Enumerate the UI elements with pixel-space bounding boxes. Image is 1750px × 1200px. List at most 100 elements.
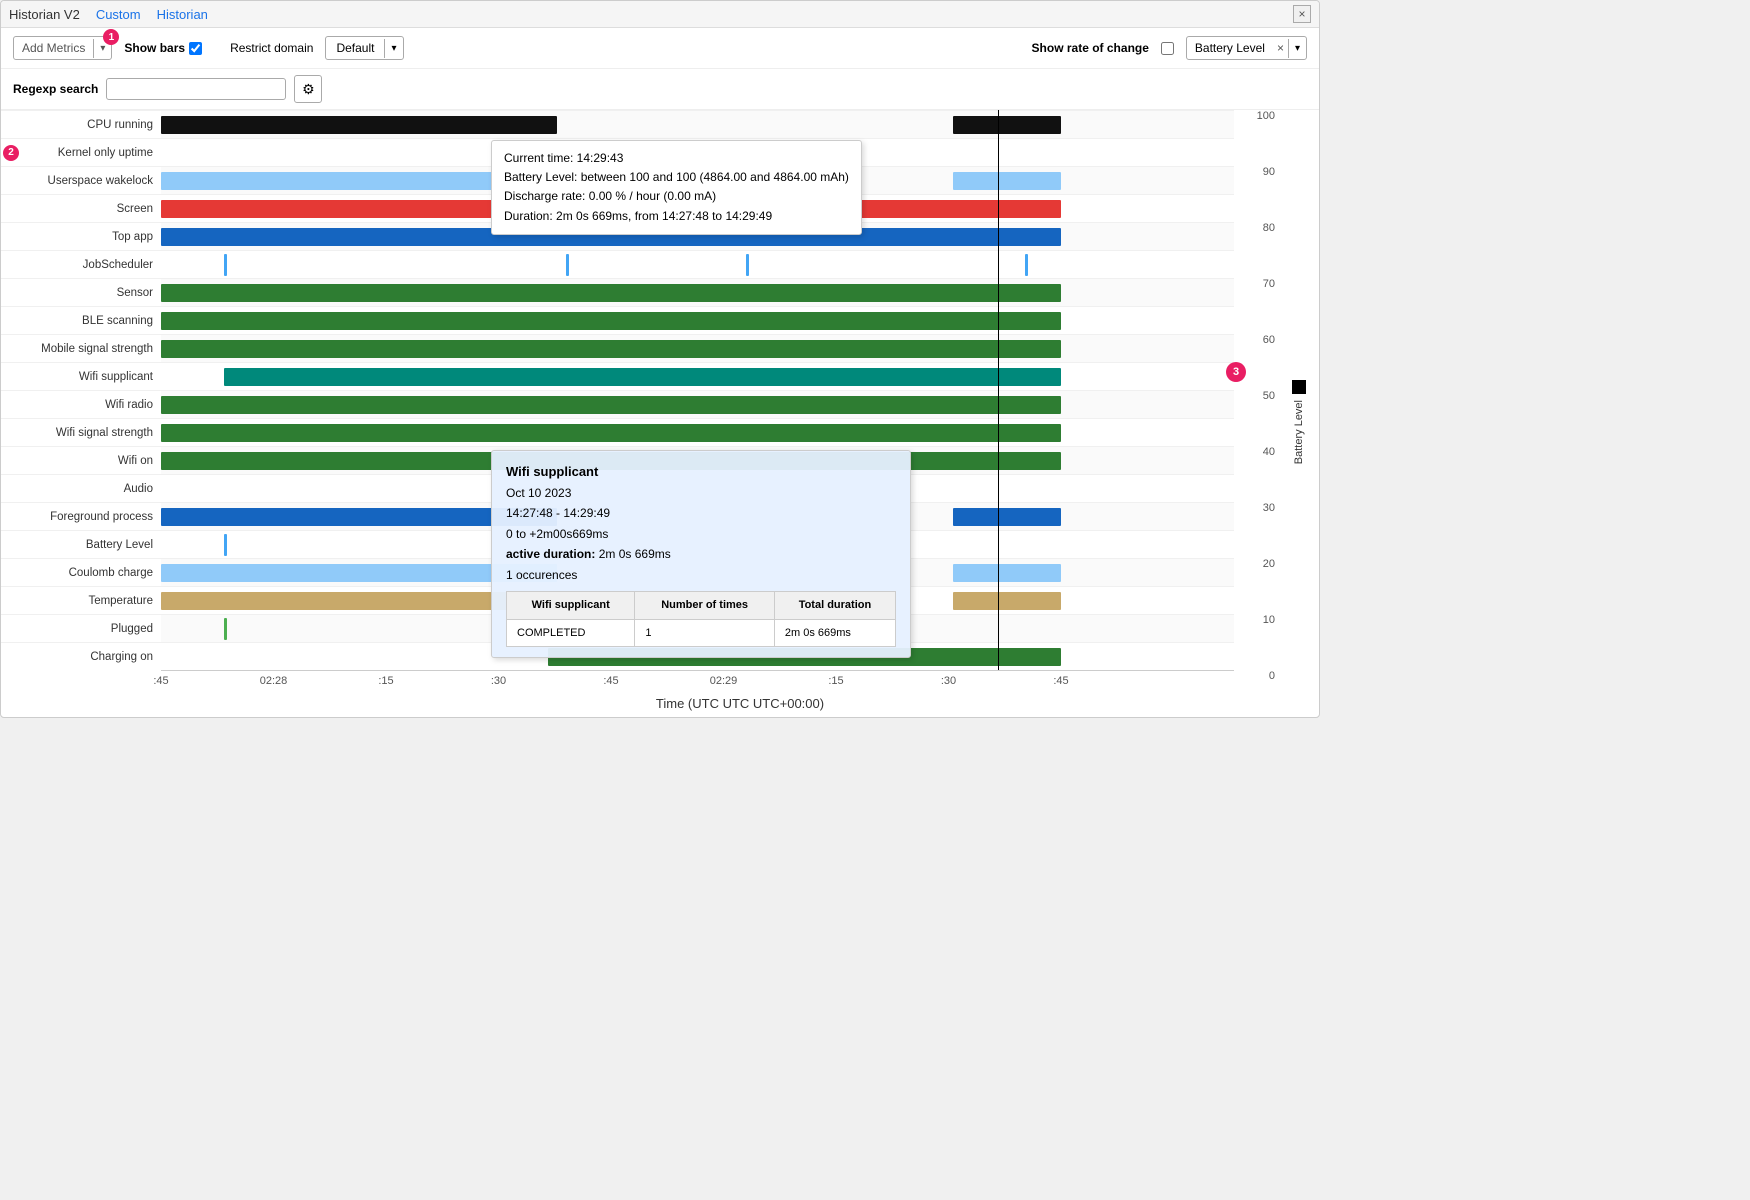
bar: [224, 534, 227, 556]
search-input[interactable]: [106, 78, 286, 100]
tooltip-cell3: 2m 0s 669ms: [774, 619, 895, 647]
search-label: Regexp search: [13, 82, 98, 96]
chart-row-8: [161, 334, 1234, 362]
y-label-13: Audio: [1, 474, 161, 502]
y-label-18: Plugged: [1, 614, 161, 642]
x-label-4: :45: [603, 675, 618, 687]
chart-row-7: [161, 306, 1234, 334]
chart-row-0: [161, 110, 1234, 138]
y-right-label-5: 50: [1263, 390, 1275, 402]
tooltip-cell2: 1: [635, 619, 775, 647]
domain-select[interactable]: Default ▾: [325, 36, 403, 60]
chart-row-5: [161, 250, 1234, 278]
tooltip-bottom: Wifi supplicant Oct 10 2023 14:27:48 - 1…: [491, 450, 911, 658]
y-label-17: Temperature: [1, 586, 161, 614]
tooltip-col1: Wifi supplicant: [507, 592, 635, 620]
tooltip-bottom-time: 14:27:48 - 14:29:49: [506, 503, 896, 523]
chart-main: Current time: 14:29:43 Battery Level: be…: [161, 110, 1234, 694]
tooltip-line1: Current time: 14:29:43: [504, 149, 849, 168]
y-label-2: Userspace wakelock: [1, 166, 161, 194]
y-label-1: 2Kernel only uptime: [1, 138, 161, 166]
gear-button[interactable]: ⚙: [294, 75, 322, 103]
tooltip-cell1: COMPLETED: [507, 619, 635, 647]
x-label-7: :30: [941, 675, 956, 687]
y-label-0: CPU running: [1, 110, 161, 138]
add-metrics-badge: 1: [103, 29, 119, 45]
x-label-2: :15: [378, 675, 393, 687]
y-label-10: Wifi radio: [1, 390, 161, 418]
bar: [953, 172, 1061, 190]
chart-row-11: [161, 418, 1234, 446]
bar: [953, 592, 1061, 610]
y-label-3: Screen: [1, 194, 161, 222]
bar: [566, 254, 569, 276]
y-right-axis: 1009080706050403020100: [1234, 110, 1279, 670]
y-label-5: JobScheduler: [1, 250, 161, 278]
battery-legend-label: Battery Level: [1293, 400, 1305, 464]
tooltip-bottom-offset: 0 to +2m00s669ms: [506, 524, 896, 544]
y-right-label-4: 60: [1263, 334, 1275, 346]
show-bars-label: Show bars: [124, 41, 202, 55]
domain-select-value: Default: [326, 37, 384, 59]
y-label-12: Wifi on: [1, 446, 161, 474]
bar: [161, 284, 1061, 302]
domain-dropdown-icon[interactable]: ▾: [384, 39, 402, 58]
show-rate-checkbox[interactable]: [1161, 42, 1174, 55]
bar: [161, 396, 1061, 414]
y-labels: CPU running2Kernel only uptimeUserspace …: [1, 110, 161, 694]
battery-level-pill: Battery Level × ▾: [1186, 36, 1307, 60]
tooltip-col2: Number of times: [635, 592, 775, 620]
x-label-1: 02:28: [260, 675, 288, 687]
x-label-5: 02:29: [710, 675, 738, 687]
toolbar: Add Metrics ▾ 1 Show bars Restrict domai…: [1, 28, 1319, 69]
show-bars-checkbox[interactable]: [189, 42, 202, 55]
search-row: Regexp search ⚙: [1, 69, 1319, 110]
y-right-label-10: 0: [1269, 670, 1275, 682]
tooltip-col3: Total duration: [774, 592, 895, 620]
y-label-8: Mobile signal strength: [1, 334, 161, 362]
title-bar: Historian V2 Custom Historian ×: [1, 1, 1319, 28]
bar: [161, 424, 1061, 442]
add-metrics-button[interactable]: Add Metrics ▾ 1: [13, 36, 112, 60]
close-button[interactable]: ×: [1293, 5, 1311, 23]
y-label-15: Battery Level: [1, 530, 161, 558]
battery-legend-square: [1292, 380, 1306, 394]
bar: [161, 312, 1061, 330]
tooltip-table: Wifi supplicant Number of times Total du…: [506, 591, 896, 647]
bar: [746, 254, 749, 276]
main-window: Historian V2 Custom Historian × Add Metr…: [0, 0, 1320, 718]
bar: [161, 340, 1061, 358]
y-label-4: Top app: [1, 222, 161, 250]
bar: [224, 618, 227, 640]
x-axis-title: Time (UTC UTC UTC+00:00): [161, 694, 1319, 717]
chart-row-6: [161, 278, 1234, 306]
y-right-label-0: 100: [1257, 110, 1275, 122]
tooltip-top: Current time: 14:29:43 Battery Level: be…: [491, 140, 862, 235]
y-label-14: Foreground process: [1, 502, 161, 530]
y-right-label-1: 90: [1263, 166, 1275, 178]
show-rate-label: Show rate of change: [1032, 41, 1149, 55]
battery-level-dropdown-icon[interactable]: ▾: [1288, 39, 1306, 58]
x-label-0: :45: [153, 675, 168, 687]
y-label-16: Coulomb charge: [1, 558, 161, 586]
tooltip-active-label: active duration:: [506, 547, 595, 561]
y-right-label-6: 40: [1263, 446, 1275, 458]
x-axis: :4502:28:15:30:4502:29:15:30:45: [161, 670, 1234, 694]
chart-area: CPU running2Kernel only uptimeUserspace …: [1, 110, 1319, 694]
y-label-19: Charging on: [1, 642, 161, 670]
y-right-label-9: 10: [1263, 614, 1275, 626]
tooltip-line3: Discharge rate: 0.00 % / hour (0.00 mA): [504, 187, 849, 206]
bar: [953, 116, 1061, 134]
battery-level-remove-icon[interactable]: ×: [1273, 37, 1288, 59]
tooltip-line2: Battery Level: between 100 and 100 (4864…: [504, 168, 849, 187]
battery-level-text: Battery Level: [1187, 37, 1273, 59]
tooltip-bottom-active: active duration: 2m 0s 669ms: [506, 544, 896, 564]
bar: [1025, 254, 1028, 276]
tab-custom[interactable]: Custom: [96, 7, 141, 22]
x-label-6: :15: [828, 675, 843, 687]
y-right-label-7: 30: [1263, 502, 1275, 514]
y-label-9: Wifi supplicant: [1, 362, 161, 390]
tooltip-occurrences: 1 occurences: [506, 565, 896, 585]
tab-historian[interactable]: Historian: [157, 7, 208, 22]
y-right-label-2: 80: [1263, 222, 1275, 234]
